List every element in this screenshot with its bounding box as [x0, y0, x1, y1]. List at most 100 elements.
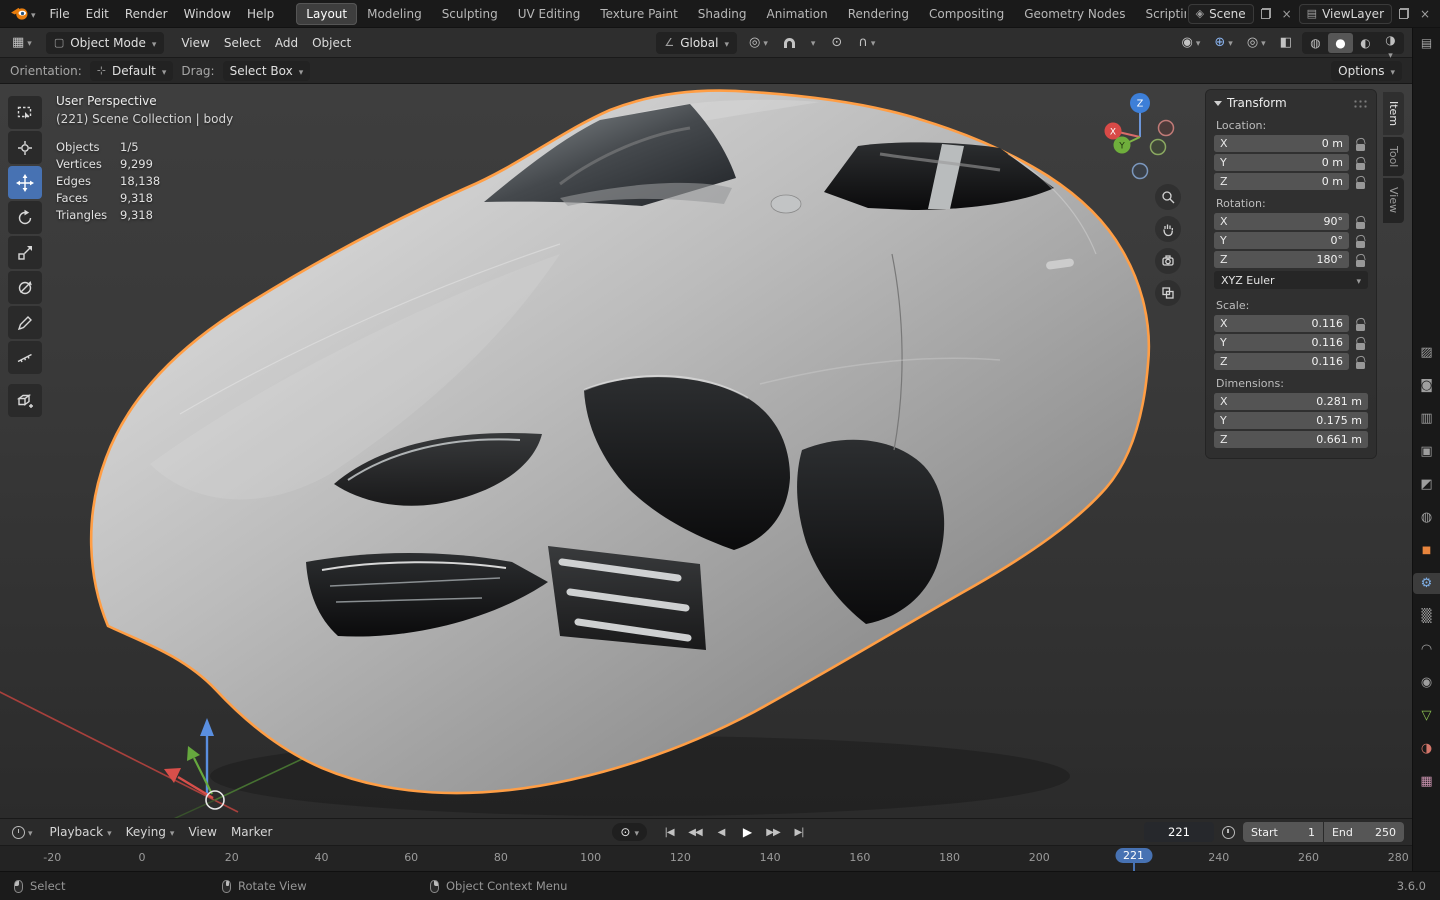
unlink-scene-button[interactable]: ×	[1278, 5, 1296, 23]
tool-scale-button[interactable]	[8, 236, 42, 269]
lock-icon[interactable]	[1353, 155, 1368, 171]
start-frame-field[interactable]: Start 1	[1242, 822, 1323, 842]
viewport-menu-item[interactable]: View	[174, 33, 216, 53]
ruler-tick[interactable]: 0	[139, 851, 146, 864]
timeline-editor-type-button[interactable]	[8, 823, 37, 842]
transform-panel-header[interactable]: Transform	[1206, 90, 1376, 114]
ortho-toggle-button[interactable]	[1155, 280, 1181, 306]
zoom-button[interactable]	[1155, 184, 1181, 210]
navigation-gizmo[interactable]: Z X Y	[1095, 92, 1185, 182]
rotation-field[interactable]: Z 180°	[1214, 251, 1349, 268]
ruler-tick[interactable]: 160	[849, 851, 870, 864]
tool-cursor-button[interactable]	[8, 131, 42, 164]
ruler-tick[interactable]: 20	[225, 851, 239, 864]
workspace-tab[interactable]: Compositing	[919, 3, 1014, 25]
remove-viewlayer-button[interactable]: ×	[1416, 5, 1434, 23]
blender-menu-button[interactable]	[6, 6, 40, 21]
timeline-ruler[interactable]: -20 0 20 40 60 80 100 120 140 160 180 200 221 240 260 2…	[0, 845, 1412, 871]
sidebar-tab[interactable]: View	[1383, 178, 1404, 223]
shading-wireframe-button[interactable]: ◍	[1303, 33, 1328, 53]
viewlayer-selector[interactable]: ▤ ViewLayer	[1298, 3, 1392, 24]
workspace-tab[interactable]: UV Editing	[508, 3, 591, 25]
shading-solid-button[interactable]: ●	[1327, 32, 1353, 53]
dimension-field[interactable]: Y 0.175 m	[1214, 412, 1368, 429]
tab-view-layer[interactable]: ▣	[1413, 441, 1440, 462]
pivot-dropdown[interactable]: ◎	[745, 33, 772, 52]
lock-icon[interactable]	[1353, 354, 1368, 370]
viewport-menu-item[interactable]: Object	[305, 33, 358, 53]
lock-icon[interactable]	[1353, 136, 1368, 152]
snap-dropdown[interactable]	[807, 33, 820, 52]
rotation-field[interactable]: X 90°	[1214, 213, 1349, 230]
mode-dropdown[interactable]: ▢ Object Mode	[45, 31, 165, 54]
menu-item[interactable]: Window	[176, 4, 239, 24]
gizmos-dropdown[interactable]: ⊕	[1210, 33, 1236, 52]
tab-material[interactable]: ◑	[1413, 738, 1440, 759]
lock-icon[interactable]	[1353, 214, 1368, 230]
menu-item[interactable]: Help	[239, 4, 282, 24]
properties-editor-type-button[interactable]: ▤	[1421, 36, 1432, 50]
tool-rotate-button[interactable]	[8, 201, 42, 234]
overlays-dropdown[interactable]: ◎	[1243, 33, 1270, 52]
sidebar-tab[interactable]: Item	[1383, 92, 1404, 136]
viewport-3d[interactable]: User Perspective (221) Scene Collection …	[0, 84, 1412, 818]
end-frame-field[interactable]: End 250	[1323, 822, 1404, 842]
shading-material-button[interactable]: ◐	[1353, 33, 1378, 53]
xray-toggle[interactable]: ◧	[1276, 33, 1296, 52]
auto-keying-button[interactable]: ⊙	[612, 823, 647, 841]
dimension-field[interactable]: X 0.281 m	[1214, 393, 1368, 410]
timeline-menu-item[interactable]: View	[181, 822, 223, 842]
current-frame-badge[interactable]: 221	[1115, 848, 1153, 863]
ruler-tick[interactable]: 240	[1208, 851, 1229, 864]
current-frame-field[interactable]: 221	[1143, 822, 1214, 842]
menu-item[interactable]: File	[42, 4, 78, 24]
tool-move-button[interactable]	[8, 166, 42, 199]
tool-add-cube-button[interactable]	[8, 384, 42, 417]
workspace-tab[interactable]: Sculpting	[432, 3, 508, 25]
ruler-tick[interactable]: 40	[314, 851, 328, 864]
scale-field[interactable]: X 0.116	[1214, 315, 1349, 332]
dimension-field[interactable]: Z 0.661 m	[1214, 431, 1368, 448]
drag-handle-icon[interactable]	[1353, 98, 1368, 108]
prev-keyframe-button[interactable]: ◀◀	[683, 823, 707, 842]
snap-toggle[interactable]	[780, 36, 799, 50]
ruler-tick[interactable]: 120	[670, 851, 691, 864]
ruler-tick[interactable]: 260	[1298, 851, 1319, 864]
tab-modifiers[interactable]: ⚙	[1413, 573, 1440, 594]
axis-x-neg-ball[interactable]	[1157, 119, 1175, 137]
tab-render[interactable]: ◙	[1413, 375, 1440, 396]
rotation-mode-dropdown[interactable]: XYZ Euler	[1214, 271, 1368, 289]
shading-rendered-button[interactable]: ◑	[1378, 33, 1403, 53]
camera-view-button[interactable]	[1155, 248, 1181, 274]
axis-z-neg-ball[interactable]	[1131, 162, 1149, 180]
tab-constraints[interactable]: ◉	[1413, 672, 1440, 693]
new-viewlayer-button[interactable]	[1395, 5, 1413, 23]
axis-y-neg-ball[interactable]	[1149, 138, 1167, 156]
ruler-tick[interactable]: 200	[1029, 851, 1050, 864]
lock-icon[interactable]	[1353, 335, 1368, 351]
workspace-tab[interactable]: Modeling	[357, 3, 432, 25]
visibility-dropdown[interactable]: ◉	[1178, 33, 1205, 52]
tab-scene[interactable]: ◩	[1413, 474, 1440, 495]
tool-annotate-button[interactable]	[8, 306, 42, 339]
jump-to-start-button[interactable]: |◀	[657, 823, 681, 842]
new-scene-button[interactable]	[1257, 5, 1275, 23]
move-gizmo[interactable]	[164, 718, 225, 810]
rotation-field[interactable]: Y 0°	[1214, 232, 1349, 249]
timeline-menu-item[interactable]: Keying	[119, 822, 182, 842]
ruler-tick[interactable]: 280	[1388, 851, 1409, 864]
viewport-menu-item[interactable]: Add	[268, 33, 305, 53]
tab-texture[interactable]: ▦	[1413, 771, 1440, 792]
workspace-tab[interactable]: Geometry Nodes	[1014, 3, 1135, 25]
tab-object-data[interactable]: ▽	[1413, 705, 1440, 726]
play-button[interactable]: ▶	[735, 823, 759, 842]
scale-field[interactable]: Z 0.116	[1214, 353, 1349, 370]
lock-icon[interactable]	[1353, 174, 1368, 190]
workspace-tab[interactable]: Rendering	[838, 3, 919, 25]
play-reverse-button[interactable]: ◀	[709, 823, 733, 842]
workspace-tab[interactable]: Layout	[296, 2, 358, 25]
scene-selector[interactable]: ◈ Scene	[1187, 3, 1254, 24]
editor-type-button[interactable]: ▦	[8, 33, 36, 52]
proportional-edit-toggle[interactable]: ⊙	[827, 33, 846, 52]
viewport-menu-item[interactable]: Select	[217, 33, 268, 53]
